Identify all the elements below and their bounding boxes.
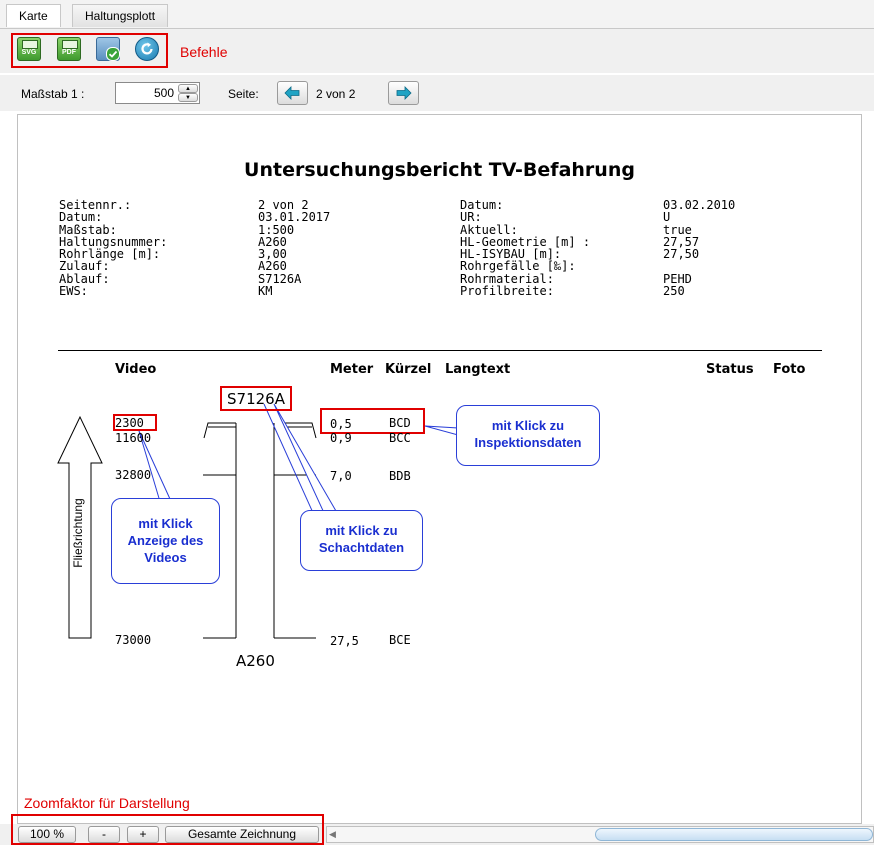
refresh-icon	[141, 42, 153, 55]
zoom-percent-button[interactable]: 100 %	[18, 826, 76, 843]
callout-video: mit Klick Anzeige des Videos	[111, 498, 220, 584]
export-pdf-button[interactable]: PDF	[57, 37, 81, 61]
prev-page-button[interactable]	[277, 81, 308, 105]
node-bottom-label: A260	[236, 652, 275, 670]
zoom-out-button[interactable]: -	[88, 826, 120, 843]
row-video[interactable]: 32800	[115, 469, 151, 482]
zoom-fit-button[interactable]: Gesamte Zeichnung	[165, 826, 319, 843]
row-meter: 7,0	[330, 469, 352, 483]
row-meter: 0,9	[330, 431, 352, 445]
zoom-annotation: Zoomfaktor für Darstellung	[24, 795, 190, 811]
pdf-label: PDF	[62, 49, 76, 56]
apply-button[interactable]	[96, 37, 120, 61]
scale-up-button[interactable]: ▲	[178, 84, 198, 93]
check-icon	[106, 47, 120, 61]
flow-direction-label: Fließrichtung	[71, 498, 85, 568]
zoom-in-button[interactable]: +	[127, 826, 159, 843]
tab-bar: Karte Haltungsplott	[0, 0, 874, 29]
scale-down-button[interactable]: ▼	[178, 93, 198, 102]
scale-spinner[interactable]: 500 ▲ ▼	[115, 82, 200, 104]
row-code[interactable]: BCC	[389, 432, 411, 445]
floppy-icon	[62, 40, 78, 49]
tab-haltungsplott[interactable]: Haltungsplott	[72, 4, 169, 27]
callout-text: mit Klick Anzeige des Videos	[127, 516, 204, 565]
tab-label: Haltungsplott	[85, 9, 156, 23]
arrow-right-icon	[396, 86, 412, 100]
zoom-fit-label: Gesamte Zeichnung	[187, 827, 297, 841]
arrow-left-icon	[284, 86, 300, 100]
next-page-button[interactable]	[388, 81, 419, 105]
callout-text: mit Klick zu Inspektionsdaten	[474, 418, 582, 450]
row-meter: 27,5	[330, 634, 359, 648]
callout-text: mit Klick zu Schachtdaten	[318, 523, 405, 555]
floppy-icon	[22, 40, 38, 49]
horizontal-scrollbar[interactable]: ◀	[326, 826, 874, 843]
row-video[interactable]: 11600	[115, 432, 151, 445]
export-svg-button[interactable]: SVG	[17, 37, 41, 61]
callout-inspektion: mit Klick zu Inspektionsdaten	[456, 405, 600, 466]
row-video[interactable]: 73000	[115, 634, 151, 647]
scale-value: 500	[153, 86, 174, 100]
callout-schacht: mit Klick zu Schachtdaten	[300, 510, 423, 571]
zoom-out-label: -	[102, 827, 106, 841]
zoom-percent-label: 100 %	[29, 827, 65, 841]
commands-annotation: Befehle	[180, 44, 228, 60]
page-value: 2 von 2	[316, 87, 356, 101]
scroll-left-icon[interactable]: ◀	[329, 829, 336, 840]
row-code[interactable]: BDB	[389, 470, 411, 483]
page-label: Seite:	[228, 87, 259, 101]
report-canvas: Untersuchungsbericht TV-Befahrung Seiten…	[17, 114, 862, 824]
zoom-in-label: +	[139, 827, 147, 841]
svg-label: SVG	[21, 49, 37, 56]
refresh-button[interactable]	[135, 37, 159, 61]
scrollbar-thumb[interactable]	[595, 828, 873, 841]
scale-label: Maßstab 1 :	[21, 87, 85, 101]
node-top-button[interactable]: S7126A	[220, 386, 292, 411]
row-video[interactable]: 2300	[115, 417, 144, 430]
tab-karte[interactable]: Karte	[6, 4, 61, 27]
row-code[interactable]: BCE	[389, 634, 411, 647]
node-top-label: S7126A	[227, 390, 285, 408]
tab-label: Karte	[19, 9, 48, 23]
